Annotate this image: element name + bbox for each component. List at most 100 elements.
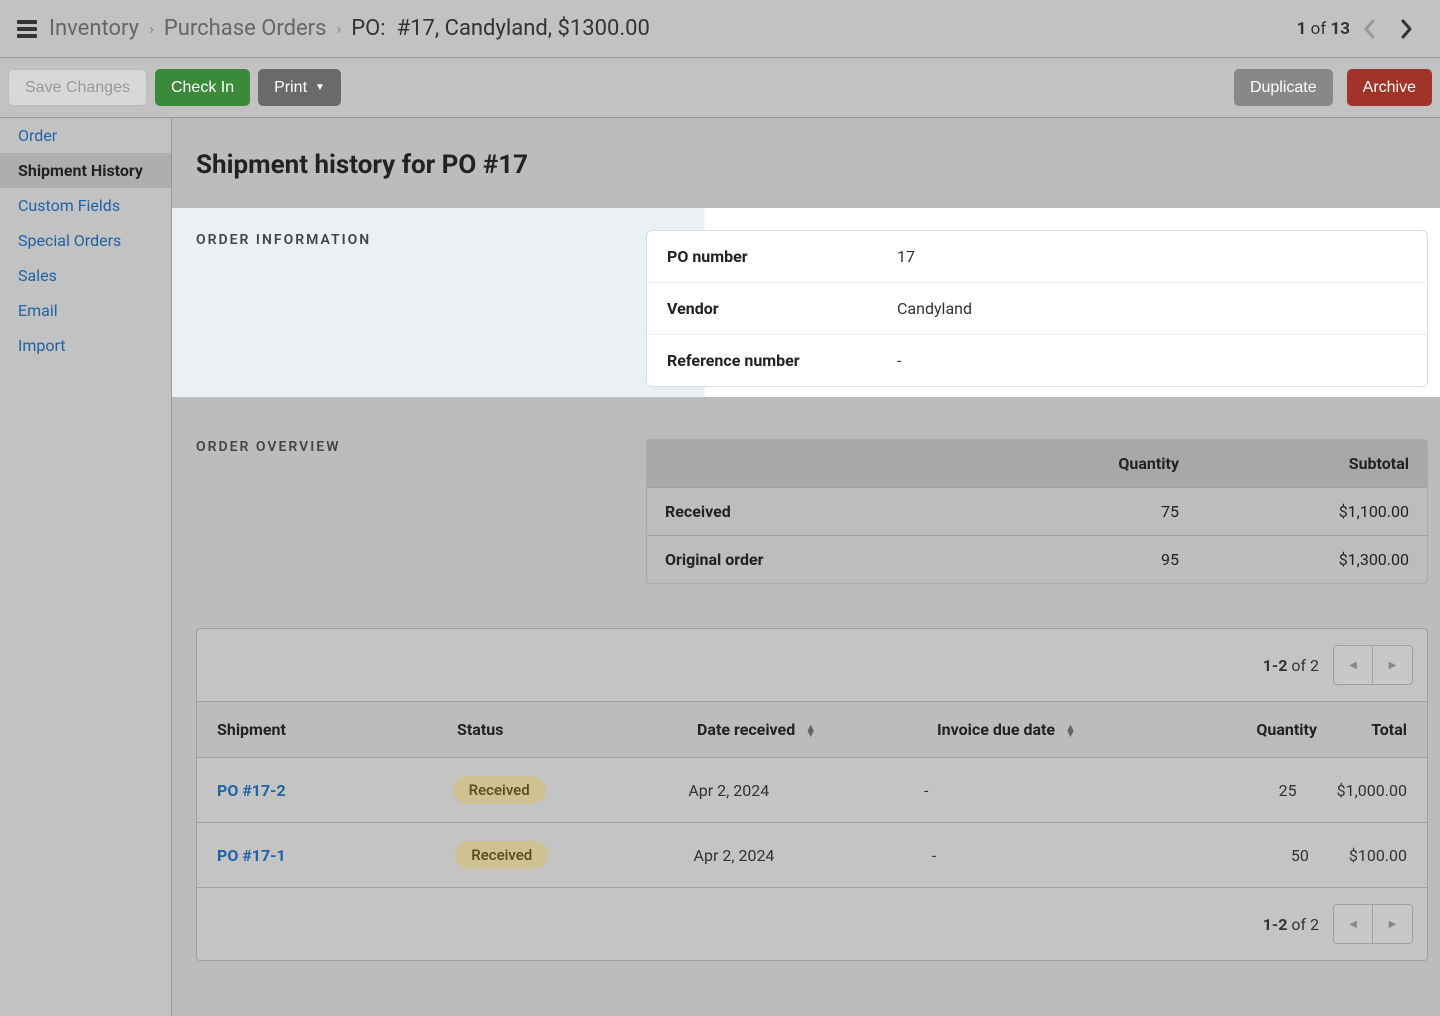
content: Shipment history for PO #17 ORDER INFORM… — [172, 118, 1440, 1016]
sidebar-item-import[interactable]: Import — [0, 328, 171, 363]
header-shipment: Shipment — [197, 702, 437, 757]
header-quantity: Quantity — [1157, 702, 1337, 757]
info-value: Candyland — [897, 299, 972, 318]
sidebar-link[interactable]: Special Orders — [18, 231, 121, 250]
shipment-link[interactable]: PO #17-1 — [217, 846, 286, 865]
sidebar-item-special-orders[interactable]: Special Orders — [0, 223, 171, 258]
overview-row-subtotal: $1,100.00 — [1197, 488, 1427, 535]
shipment-invoice-cell: - — [904, 763, 1140, 818]
shipment-row: PO #17-2 Received Apr 2, 2024 - 25 $1,00… — [197, 758, 1427, 823]
pagination-range: 1-2 of 2 — [1263, 915, 1319, 934]
info-value: 17 — [897, 247, 915, 266]
sidebar-link[interactable]: Email — [18, 301, 58, 320]
shipments-table: Shipment Status Date received ▲▼ Invoice… — [197, 701, 1427, 888]
shipment-date-cell: Apr 2, 2024 — [674, 828, 912, 883]
pagination-top: 1-2 of 2 ◀ ▶ — [197, 629, 1427, 701]
overview-row-label: Received — [647, 488, 1037, 535]
shipments-header: Shipment Status Date received ▲▼ Invoice… — [197, 701, 1427, 758]
overview-row-label: Original order — [647, 536, 1037, 583]
chevron-left-icon — [1362, 17, 1378, 41]
header-invoice-due[interactable]: Invoice due date ▲▼ — [917, 702, 1157, 757]
prev-record-button[interactable] — [1354, 13, 1386, 45]
top-bar-right: 1 of 13 — [1297, 13, 1422, 45]
action-bar: Save Changes Check In Print ▼ Duplicate … — [0, 58, 1440, 118]
sidebar-item-sales[interactable]: Sales — [0, 258, 171, 293]
header-total: Total — [1337, 702, 1427, 757]
page-title: Shipment history for PO #17 — [172, 150, 1440, 208]
next-page-button[interactable]: ▶ — [1373, 904, 1413, 944]
sidebar-item-custom-fields[interactable]: Custom Fields — [0, 188, 171, 223]
page-of: of — [1291, 656, 1306, 675]
shipment-status-cell: Received — [435, 823, 673, 887]
order-information-section: ORDER INFORMATION PO number 17 Vendor Ca… — [172, 208, 1440, 397]
counter-total: 13 — [1330, 19, 1350, 39]
status-badge: Received — [453, 776, 546, 804]
archive-button[interactable]: Archive — [1347, 69, 1432, 106]
duplicate-button[interactable]: Duplicate — [1234, 69, 1333, 106]
order-info-card: PO number 17 Vendor Candyland Reference … — [646, 230, 1428, 387]
action-bar-left: Save Changes Check In Print ▼ — [8, 69, 341, 106]
order-overview-section: ORDER OVERVIEW Quantity Subtotal Receive… — [172, 397, 1440, 584]
shipment-total-cell: $1,000.00 — [1317, 763, 1427, 818]
sidebar: Order Shipment History Custom Fields Spe… — [0, 118, 172, 1016]
prev-page-button[interactable]: ◀ — [1333, 904, 1373, 944]
info-row-po-number: PO number 17 — [647, 231, 1427, 283]
chevron-right-icon — [1398, 17, 1414, 41]
prev-page-button[interactable]: ◀ — [1333, 645, 1373, 685]
page-of: of — [1291, 915, 1306, 934]
pagination-buttons: ◀ ▶ — [1333, 645, 1413, 685]
top-bar: Inventory › Purchase Orders › PO: #17, C… — [0, 0, 1440, 58]
overview-row-qty: 75 — [1037, 488, 1197, 535]
status-badge: Received — [455, 841, 548, 869]
header-date-received[interactable]: Date received ▲▼ — [677, 702, 917, 757]
print-button[interactable]: Print ▼ — [258, 69, 341, 106]
shipment-link[interactable]: PO #17-2 — [217, 781, 286, 800]
page-total: 2 — [1310, 656, 1319, 675]
breadcrumb-inventory[interactable]: Inventory — [49, 16, 139, 41]
overview-table: Quantity Subtotal Received 75 $1,100.00 … — [646, 439, 1428, 584]
action-bar-right: Duplicate Archive — [1234, 69, 1432, 106]
info-label: Reference number — [667, 351, 897, 370]
sidebar-link[interactable]: Order — [18, 126, 57, 145]
overview-row-qty: 95 — [1037, 536, 1197, 583]
page-range: 1-2 — [1263, 656, 1288, 675]
pagination-range: 1-2 of 2 — [1263, 656, 1319, 675]
header-status: Status — [437, 702, 677, 757]
overview-row-subtotal: $1,300.00 — [1197, 536, 1427, 583]
main-layout: Order Shipment History Custom Fields Spe… — [0, 118, 1440, 1016]
shipment-link-cell: PO #17-1 — [197, 828, 435, 883]
info-label: Vendor — [667, 299, 897, 318]
next-page-button[interactable]: ▶ — [1373, 645, 1413, 685]
print-label: Print — [274, 79, 307, 97]
sidebar-item-shipment-history[interactable]: Shipment History — [0, 153, 171, 188]
overview-header-subtotal: Subtotal — [1197, 440, 1427, 487]
sidebar-link[interactable]: Custom Fields — [18, 196, 120, 215]
shipment-status-cell: Received — [433, 758, 669, 822]
page-range: 1-2 — [1263, 915, 1288, 934]
save-button[interactable]: Save Changes — [8, 69, 147, 106]
sidebar-link[interactable]: Import — [18, 336, 66, 355]
pagination-bottom: 1-2 of 2 ◀ ▶ — [197, 888, 1427, 960]
header-invoice-label: Invoice due date — [937, 720, 1055, 739]
counter-current: 1 — [1297, 19, 1307, 39]
chevron-right-icon: › — [336, 19, 341, 38]
page-total: 2 — [1310, 915, 1319, 934]
shipment-link-cell: PO #17-2 — [197, 763, 433, 818]
breadcrumb-purchase-orders[interactable]: Purchase Orders — [164, 16, 327, 41]
sidebar-link[interactable]: Sales — [18, 266, 57, 285]
next-record-button[interactable] — [1390, 13, 1422, 45]
record-counter: 1 of 13 — [1297, 19, 1350, 39]
info-row-reference: Reference number - — [647, 335, 1427, 386]
menu-icon[interactable] — [17, 20, 37, 38]
check-in-button[interactable]: Check In — [155, 69, 250, 106]
sidebar-label: Shipment History — [18, 161, 143, 180]
header-date-label: Date received — [697, 720, 795, 739]
breadcrumb-po-prefix: PO: — [351, 16, 385, 41]
shipments-container: 1-2 of 2 ◀ ▶ Shipment Status D — [196, 628, 1428, 961]
info-value: - — [897, 351, 901, 370]
breadcrumb-current: PO: #17, Candyland, $1300.00 — [351, 16, 650, 41]
shipment-row: PO #17-1 Received Apr 2, 2024 - 50 $100.… — [197, 823, 1427, 888]
chevron-right-icon: › — [149, 19, 154, 38]
sidebar-item-order[interactable]: Order — [0, 118, 171, 153]
sidebar-item-email[interactable]: Email — [0, 293, 171, 328]
